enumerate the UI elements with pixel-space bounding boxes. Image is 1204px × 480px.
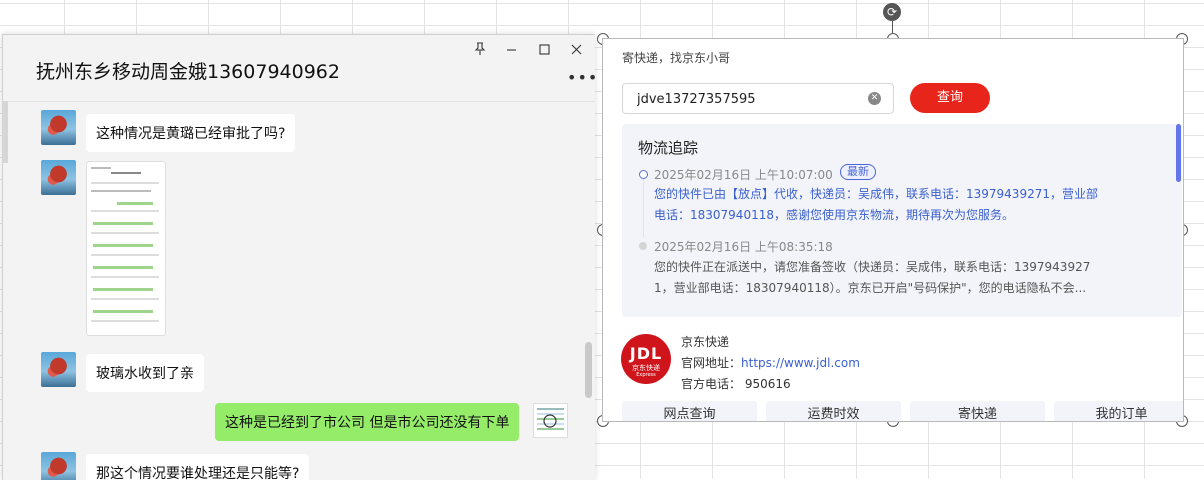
chat-title: 抚州东乡移动周金娥13607940962: [36, 61, 340, 83]
screenshot-image[interactable]: [86, 161, 166, 336]
company-name: 京东快递: [681, 335, 730, 349]
message-list[interactable]: 这种情况是黄璐已经审批了吗? 玻璃水收到了亲 这种是已经到了市公司 但是市公司还…: [3, 102, 595, 480]
event-time: 2025年02月16日 上午10:07:00: [654, 168, 833, 182]
minimize-icon[interactable]: [500, 41, 522, 63]
phone-number: 950616: [744, 377, 791, 391]
courier-tracking-panel: 寄快递，找京东小哥 ✕ 查询 物流追踪 2025年02月16日 上午10:07:…: [602, 38, 1184, 422]
timeline-dot: [639, 170, 648, 179]
panel-header: 寄快递，找京东小哥: [622, 51, 731, 65]
event-time: 2025年02月16日 上午08:35:18: [654, 240, 833, 254]
company-site: 官网地址：https://www.jdl.com: [681, 354, 860, 371]
tracking-title: 物流追踪: [638, 139, 699, 157]
avatar[interactable]: [41, 452, 76, 480]
tracking-number-input[interactable]: [635, 89, 864, 109]
tab-shipping-fee[interactable]: 运费时效: [766, 401, 901, 421]
query-button[interactable]: 查询: [910, 83, 990, 113]
maximize-icon[interactable]: [533, 41, 555, 63]
event-text-line: 您的快件已由【放点】代收，快递员：吴成伟，联系电话：13979439271，营业…: [654, 187, 1098, 201]
close-icon[interactable]: [565, 41, 587, 63]
tab-outlet-query[interactable]: 网点查询: [622, 401, 757, 421]
more-options-button[interactable]: •••: [567, 68, 595, 87]
rotate-handle-icon[interactable]: ⟳: [883, 3, 901, 21]
logo-text: JDL: [629, 344, 663, 363]
site-link[interactable]: https://www.jdl.com: [741, 356, 860, 370]
tracking-search-box[interactable]: ✕: [622, 83, 894, 114]
event-text-line: 1，营业部电话：18307940118）。京东已开启"号码保护"，您的电话隐私不…: [654, 281, 1087, 295]
event-text-line: 您的快件正在派送中，请您准备签收（快递员：吴成伟，联系电话：1397943927: [654, 260, 1091, 274]
rotate-connector: [892, 21, 893, 33]
message-bubble[interactable]: 玻璃水收到了亲: [86, 354, 204, 392]
clear-icon[interactable]: ✕: [868, 92, 881, 105]
message-bubble[interactable]: 那这个情况要谁处理还是只能等?: [86, 454, 310, 480]
sidebar-strip: [2, 101, 8, 163]
avatar[interactable]: [41, 110, 76, 145]
tracking-section: 物流追踪 2025年02月16日 上午10:07:00 最新 您的快件已由【放点…: [622, 124, 1182, 317]
jdl-logo: JDL 京东快递 Express: [621, 334, 671, 384]
avatar[interactable]: [41, 160, 76, 195]
avatar-self[interactable]: [533, 403, 568, 438]
timeline-dot: [639, 242, 647, 250]
tab-my-orders[interactable]: 我的订单: [1054, 401, 1183, 421]
latest-badge: 最新: [840, 164, 876, 180]
chat-scrollbar[interactable]: [585, 342, 592, 398]
message-bubble[interactable]: 这种情况是黄璐已经审批了吗?: [86, 114, 296, 152]
tracking-scrollbar[interactable]: [1176, 124, 1181, 182]
message-bubble-self[interactable]: 这种是已经到了市公司 但是市公司还没有下单: [215, 403, 520, 441]
company-phone: 官方电话： 950616: [681, 375, 791, 392]
avatar[interactable]: [41, 352, 76, 387]
chat-window: 抚州东乡移动周金娥13607940962 ••• 这种情况是黄璐已经审批了吗?: [2, 34, 595, 480]
tab-send-parcel[interactable]: 寄快递: [910, 401, 1045, 421]
event-text-line: 电话：18307940118，感谢您使用京东物流，期待再次为您服务。: [654, 208, 1014, 222]
phone-label: 官方电话：: [681, 377, 742, 391]
logo-en: Express: [636, 372, 656, 378]
chat-header: 抚州东乡移动周金娥13607940962 •••: [3, 35, 595, 102]
timeline-line: [643, 177, 644, 237]
site-label: 官网地址：: [681, 356, 742, 370]
pin-icon[interactable]: [469, 41, 491, 63]
